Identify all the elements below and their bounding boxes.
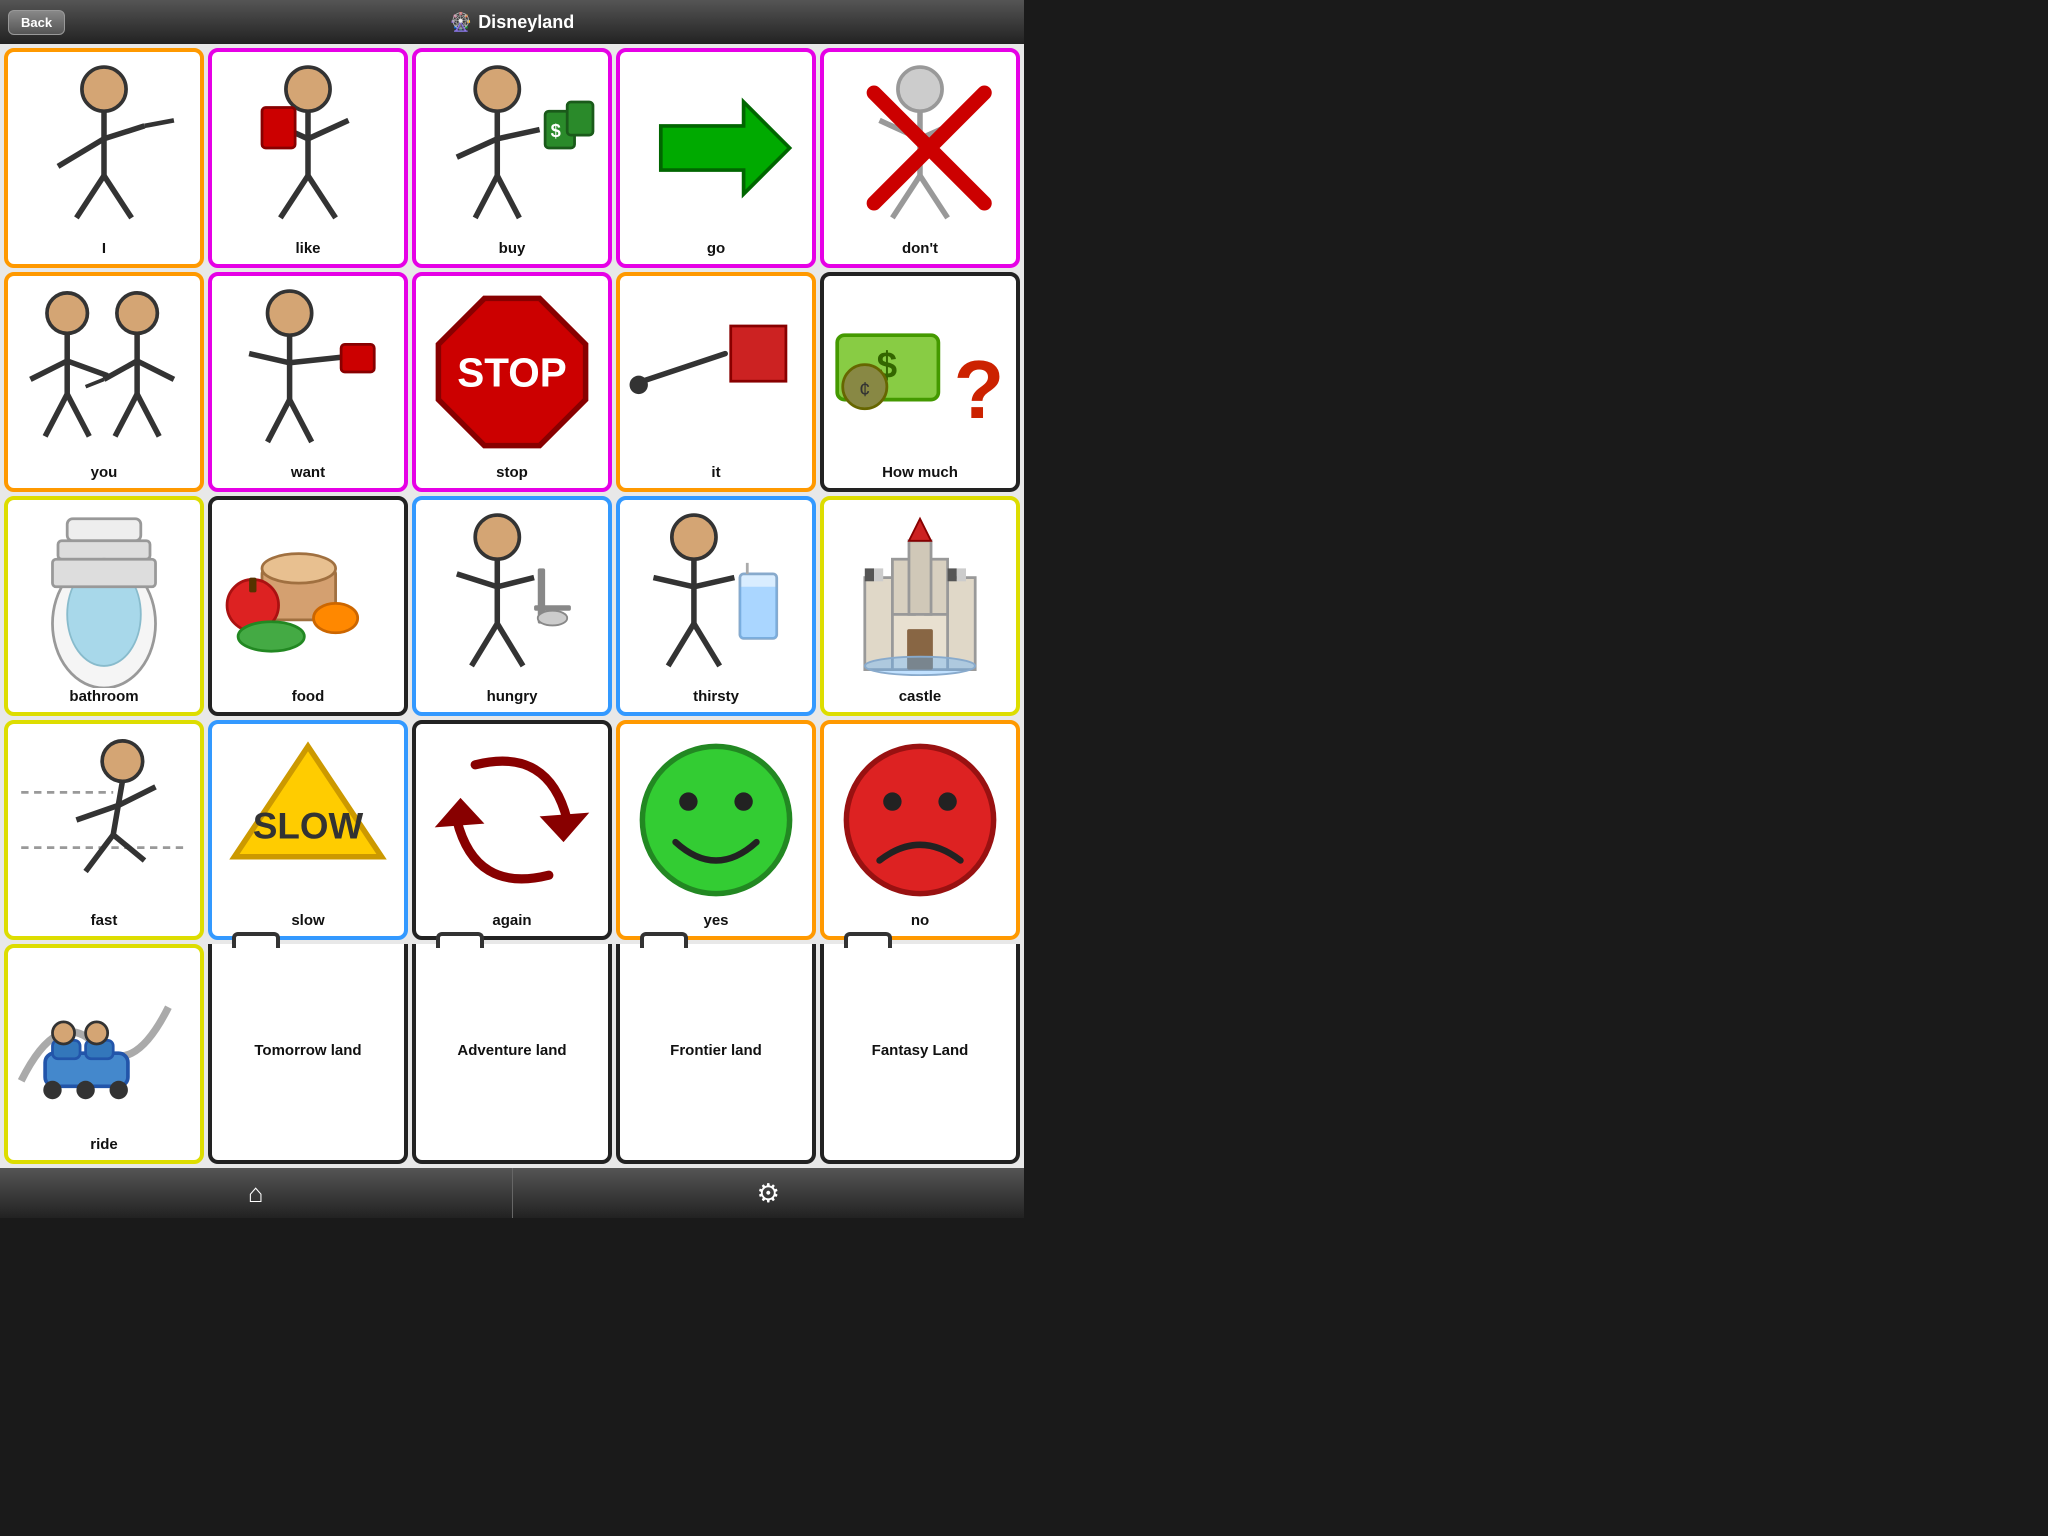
settings-icon: ⚙ [757, 1178, 780, 1209]
grid-cell[interactable]: no [820, 720, 1020, 940]
cell-icon-area [624, 56, 808, 240]
grid-cell[interactable]: it [616, 272, 816, 492]
grid-cell[interactable]: you [4, 272, 204, 492]
grid-cell[interactable]: bathroom [4, 496, 204, 716]
cell-label: Fantasy Land [872, 1042, 969, 1062]
grid-cell[interactable]: ride [4, 944, 204, 1164]
cell-icon-area [624, 504, 808, 688]
cell-icon-area: SLOW [216, 728, 400, 912]
grid-cell[interactable]: Tomorrow land [208, 944, 408, 1164]
svg-text:¢: ¢ [859, 379, 870, 401]
cell-icon-area [12, 504, 196, 688]
cell-icon-area [216, 504, 400, 688]
cell-label: thirsty [693, 688, 739, 708]
cell-label: Tomorrow land [254, 1042, 361, 1062]
cell-label: like [295, 240, 320, 260]
cell-label: go [707, 240, 725, 260]
grid-cell[interactable]: again [412, 720, 612, 940]
cell-label: it [711, 464, 720, 484]
svg-text:$: $ [551, 120, 561, 141]
svg-text:STOP: STOP [457, 350, 566, 396]
cell-icon-area [12, 728, 196, 912]
cell-label: ride [90, 1136, 118, 1156]
cell-icon-area [828, 504, 1012, 688]
cell-label: hungry [487, 688, 538, 708]
cell-icon-area [12, 952, 196, 1136]
header-icon: 🎡 [450, 12, 472, 33]
header-title: 🎡 Disneyland [450, 12, 574, 33]
cell-label: castle [899, 688, 942, 708]
cell-icon-area: $ [420, 56, 604, 240]
cell-icon-area [624, 280, 808, 464]
grid-cell[interactable]: food [208, 496, 408, 716]
grid-cell[interactable]: don't [820, 48, 1020, 268]
header: Back 🎡 Disneyland [0, 0, 1024, 44]
cell-label: bathroom [69, 688, 138, 708]
cell-label: fast [91, 912, 118, 932]
footer-bar: ⌂ ⚙ [0, 1168, 1024, 1218]
svg-text:SLOW: SLOW [253, 805, 364, 846]
home-icon: ⌂ [248, 1178, 264, 1209]
cell-icon-area: STOP [420, 280, 604, 464]
grid-cell[interactable]: hungry [412, 496, 612, 716]
cell-label: no [911, 912, 929, 932]
cell-label: slow [291, 912, 324, 932]
grid-cell[interactable]: Frontier land [616, 944, 816, 1164]
grid-cell[interactable]: $ ¢ ? How much [820, 272, 1020, 492]
cell-icon-area [216, 280, 400, 464]
cell-label: stop [496, 464, 528, 484]
cell-icon-area [624, 728, 808, 912]
grid-cell[interactable]: Adventure land [412, 944, 612, 1164]
cell-icon-area [12, 56, 196, 240]
grid-cell[interactable]: I [4, 48, 204, 268]
cell-label: Adventure land [457, 1042, 566, 1062]
grid-cell[interactable]: go [616, 48, 816, 268]
grid-cell[interactable]: fast [4, 720, 204, 940]
cell-icon-area [12, 280, 196, 464]
grid-cell[interactable]: like [208, 48, 408, 268]
grid-cell[interactable]: want [208, 272, 408, 492]
cell-icon-area [420, 728, 604, 912]
cell-label: food [292, 688, 324, 708]
cell-label: buy [499, 240, 526, 260]
back-button[interactable]: Back [8, 10, 65, 35]
grid-cell[interactable]: Fantasy Land [820, 944, 1020, 1164]
cell-label: yes [703, 912, 728, 932]
grid-cell[interactable]: SLOW slow [208, 720, 408, 940]
cell-label: I [102, 240, 106, 260]
cell-label: you [91, 464, 118, 484]
grid-cell[interactable]: $ buy [412, 48, 612, 268]
cell-icon-area [828, 728, 1012, 912]
cell-icon-area [828, 56, 1012, 240]
cell-icon-area [420, 504, 604, 688]
cell-label: again [492, 912, 531, 932]
symbol-grid: I like $ buy go [0, 44, 1024, 1168]
grid-cell[interactable]: STOP stop [412, 272, 612, 492]
app-title: Disneyland [478, 12, 574, 33]
grid-cell[interactable]: thirsty [616, 496, 816, 716]
home-button[interactable]: ⌂ [0, 1168, 513, 1218]
cell-label: How much [882, 464, 958, 484]
cell-label: want [291, 464, 325, 484]
grid-cell[interactable]: yes [616, 720, 816, 940]
grid-cell[interactable]: castle [820, 496, 1020, 716]
cell-label: don't [902, 240, 938, 260]
cell-icon-area [216, 56, 400, 240]
cell-label: Frontier land [670, 1042, 762, 1062]
settings-button[interactable]: ⚙ [513, 1168, 1025, 1218]
cell-icon-area: $ ¢ ? [828, 280, 1012, 464]
svg-text:?: ? [954, 343, 1005, 436]
